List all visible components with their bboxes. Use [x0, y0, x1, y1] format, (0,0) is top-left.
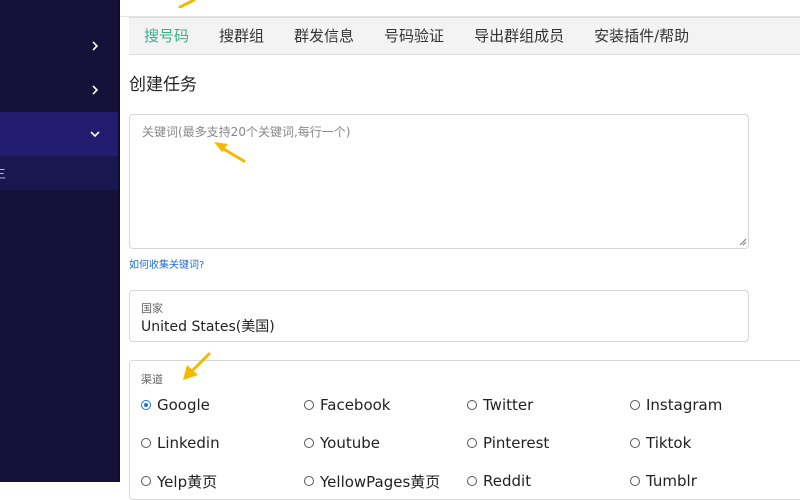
radio-icon	[304, 438, 314, 448]
channel-option-label: Twitter	[483, 396, 534, 414]
sidebar-menu-item-3-expanded[interactable]	[0, 112, 118, 156]
channel-option-label: Pinterest	[483, 434, 550, 452]
chevron-right-icon	[92, 85, 99, 95]
channel-option-reddit[interactable]: Reddit	[467, 471, 630, 491]
sidebar-menu-item-2[interactable]	[0, 68, 118, 112]
sidebar-menu-item-1[interactable]	[0, 24, 118, 68]
main-content: 搜号码 搜群组 群发信息 号码验证 导出群组成员 安装插件/帮助 创建任务 如何…	[120, 0, 800, 500]
channel-option-label: Youtube	[320, 434, 380, 452]
tab-search-numbers[interactable]: 搜号码	[129, 18, 204, 54]
resize-grip-icon[interactable]	[737, 236, 747, 246]
channel-option-twitter[interactable]: Twitter	[467, 395, 630, 415]
radio-icon	[467, 476, 477, 486]
channel-option-label: Tiktok	[646, 434, 692, 452]
channel-option-label: Reddit	[483, 472, 532, 490]
radio-icon	[630, 438, 640, 448]
channel-option-pinterest[interactable]: Pinterest	[467, 433, 630, 453]
radio-icon	[141, 438, 151, 448]
channel-option-instagram[interactable]: Instagram	[630, 395, 793, 415]
country-label: 国家	[141, 302, 163, 315]
channel-option-label: YellowPages黄页	[320, 472, 441, 491]
radio-icon	[304, 400, 314, 410]
channel-option-label: Linkedin	[157, 434, 220, 452]
channel-group: 渠道 Google Facebook Twitter Instagram Lin…	[129, 360, 800, 500]
tab-plugin-help[interactable]: 安装插件/帮助	[579, 18, 704, 54]
country-select[interactable]: 国家 United States(美国)	[129, 290, 749, 342]
channel-option-yellowpages[interactable]: YellowPages黄页	[304, 471, 467, 491]
radio-checked-icon	[141, 400, 151, 410]
chevron-down-icon	[90, 131, 100, 138]
tab-export-members[interactable]: 导出群组成员	[459, 18, 579, 54]
page-title: 创建任务	[129, 75, 197, 95]
sidebar: 三	[0, 0, 118, 482]
tab-bar: 搜号码 搜群组 群发信息 号码验证 导出群组成员 安装插件/帮助	[129, 17, 800, 55]
radio-icon	[467, 438, 477, 448]
channel-option-label: Yelp黄页	[157, 472, 218, 491]
sidebar-submenu-item[interactable]: 三	[0, 156, 118, 190]
tab-number-verify[interactable]: 号码验证	[369, 18, 459, 54]
channel-options: Google Facebook Twitter Instagram Linked…	[141, 395, 800, 491]
tab-search-groups[interactable]: 搜群组	[204, 18, 279, 54]
channel-option-label: Facebook	[320, 396, 391, 414]
channel-option-youtube[interactable]: Youtube	[304, 433, 467, 453]
collect-keywords-help-link[interactable]: 如何收集关键词?	[129, 256, 204, 271]
top-bar	[120, 0, 800, 17]
channel-option-label: Instagram	[646, 396, 723, 414]
radio-icon	[467, 400, 477, 410]
channel-option-label: Google	[157, 396, 210, 414]
channel-option-tiktok[interactable]: Tiktok	[630, 433, 793, 453]
chevron-right-icon	[92, 41, 99, 51]
channel-label: 渠道	[141, 373, 163, 386]
channel-option-facebook[interactable]: Facebook	[304, 395, 467, 415]
radio-icon	[304, 476, 314, 486]
channel-option-label: Tumblr	[646, 472, 697, 490]
channel-option-yelp[interactable]: Yelp黄页	[141, 471, 304, 491]
radio-icon	[630, 476, 640, 486]
country-value: United States(美国)	[141, 319, 275, 335]
radio-icon	[141, 476, 151, 486]
sidebar-submenu-label: 三	[0, 167, 7, 181]
channel-option-linkedin[interactable]: Linkedin	[141, 433, 304, 453]
keywords-textarea[interactable]	[129, 114, 749, 249]
channel-option-tumblr[interactable]: Tumblr	[630, 471, 793, 491]
radio-icon	[630, 400, 640, 410]
channel-option-google[interactable]: Google	[141, 395, 304, 415]
tab-bulk-message[interactable]: 群发信息	[279, 18, 369, 54]
